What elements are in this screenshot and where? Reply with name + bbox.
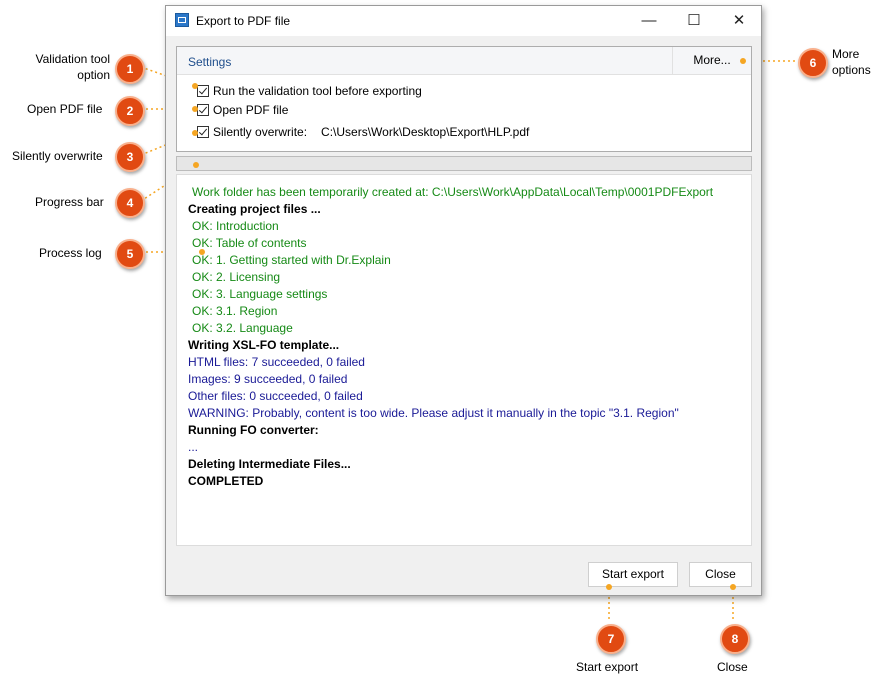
callout-6: 6 [798,48,828,78]
maximize-button[interactable]: ☐ [671,6,717,36]
silently-overwrite-option[interactable]: Silently overwrite: C:\Users\Work\Deskto… [197,124,529,140]
callout-5: 5 [115,239,145,269]
log-line: WARNING: Probably, content is too wide. … [188,406,679,420]
log-line: OK: 3. Language settings [192,287,328,301]
validation-label: Run the validation tool before exporting [213,84,422,98]
callout-label-3: Silently overwrite [12,149,103,163]
log-line: Writing XSL-FO template... [188,338,340,352]
silently-overwrite-checkbox[interactable] [197,126,209,138]
close-window-button[interactable]: ✕ [716,6,762,36]
callout-label-7: Start export [576,660,639,674]
title-bar[interactable]: Export to PDF file — ☐ ✕ [166,6,761,36]
settings-label: Settings [188,55,232,69]
log-line: OK: 3.2. Language [192,321,293,335]
callout-label-6: More options [832,47,871,77]
log-line: Deleting Intermediate Files... [188,457,351,471]
anchor-dot-7 [606,584,612,590]
callout-4: 4 [115,188,145,218]
log-line: COMPLETED [188,474,264,488]
progress-bar [176,156,752,171]
log-line: Creating project files ... [188,202,321,216]
silently-overwrite-label: Silently overwrite: [213,125,308,139]
callout-3: 3 [115,142,145,172]
process-log[interactable]: Work folder has been temporarily created… [176,174,752,546]
log-line: ... [188,440,199,454]
anchor-dot-8 [730,584,736,590]
minimize-button[interactable]: — [626,6,672,36]
callout-1: 1 [115,54,145,84]
callout-2: 2 [115,96,145,126]
log-line: Images: 9 succeeded, 0 failed [188,372,348,386]
anchor-dot-2 [192,106,198,112]
log-line: OK: Introduction [192,219,279,233]
log-line: OK: 3.1. Region [192,304,278,318]
callout-label-4: Progress bar [35,195,104,209]
log-line: OK: 2. Licensing [192,270,281,284]
callout-label-5: Process log [39,246,102,260]
log-line: Running FO converter: [188,423,319,437]
log-line: Other files: 0 succeeded, 0 failed [188,389,363,403]
log-line: OK: 1. Getting started with Dr.Explain [192,253,391,267]
open-pdf-option[interactable]: Open PDF file [197,102,288,118]
log-line: Work folder has been temporarily created… [192,185,714,199]
callout-label-1: Validation tool option [35,52,111,82]
anchor-dot-5 [199,249,205,255]
log-line: OK: Table of contents [192,236,307,250]
validation-option[interactable]: Run the validation tool before exporting [197,83,422,99]
close-button[interactable]: Close [689,562,752,587]
open-pdf-label: Open PDF file [213,103,289,117]
app-icon [175,13,189,27]
validation-checkbox[interactable] [197,85,209,97]
log-line: HTML files: 7 succeeded, 0 failed [188,355,365,369]
callout-8: 8 [720,624,750,654]
anchor-dot-1 [192,83,198,89]
start-export-button[interactable]: Start export [588,562,678,587]
callout-7: 7 [596,624,626,654]
settings-panel: Settings More... Run the validation tool… [176,46,752,152]
window-title: Export to PDF file [196,14,291,28]
open-pdf-checkbox[interactable] [197,104,209,116]
output-path: C:\Users\Work\Desktop\Export\HLP.pdf [321,125,530,139]
anchor-dot-4 [193,162,199,168]
callout-label-8: Close [717,660,748,674]
callout-label-2: Open PDF file [27,102,103,116]
anchor-dot-6 [740,58,746,64]
export-pdf-dialog: Export to PDF file — ☐ ✕ Settings More..… [165,5,762,596]
anchor-dot-3 [192,130,198,136]
settings-header: Settings More... [177,47,751,75]
